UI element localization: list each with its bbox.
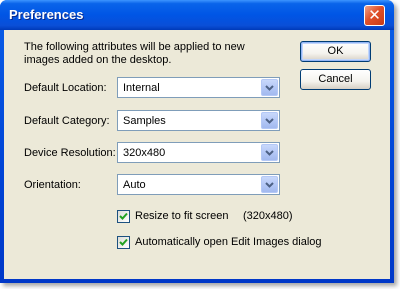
close-button[interactable]: ✕ [364,5,385,26]
default-category-value: Samples [123,115,166,127]
chevron-down-icon[interactable] [261,112,278,129]
orientation-label: Orientation: [24,179,81,191]
device-resolution-select[interactable]: 320x480 [117,142,280,163]
default-location-value: Internal [123,82,160,94]
device-resolution-value: 320x480 [123,147,166,159]
checkmark-icon [119,212,128,220]
resize-resolution-note: (320x480) [243,210,293,222]
device-resolution-label: Device Resolution: [24,147,116,159]
chevron-down-icon[interactable] [261,144,278,161]
auto-open-checkbox[interactable] [117,236,130,249]
orientation-select[interactable]: Auto [117,174,280,195]
close-icon: ✕ [368,7,381,24]
preferences-dialog: Preferences ✕ The following attributes w… [0,0,394,283]
resize-checkbox-label[interactable]: Resize to fit screen [135,210,229,222]
auto-open-checkbox-label[interactable]: Automatically open Edit Images dialog [135,236,322,248]
default-location-select[interactable]: Internal [117,77,280,98]
cancel-button[interactable]: Cancel [300,69,371,90]
window-title: Preferences [9,7,84,22]
default-category-label: Default Category: [24,115,110,127]
default-location-label: Default Location: [24,82,107,94]
title-bar[interactable]: Preferences ✕ [0,0,394,30]
orientation-value: Auto [123,179,146,191]
checkmark-icon [119,238,128,246]
dialog-body: The following attributes will be applied… [4,30,390,279]
default-category-select[interactable]: Samples [117,110,280,131]
resize-checkbox[interactable] [117,210,130,223]
intro-text: The following attributes will be applied… [24,41,245,66]
ok-button[interactable]: OK [300,41,371,62]
chevron-down-icon[interactable] [261,79,278,96]
chevron-down-icon[interactable] [261,176,278,193]
